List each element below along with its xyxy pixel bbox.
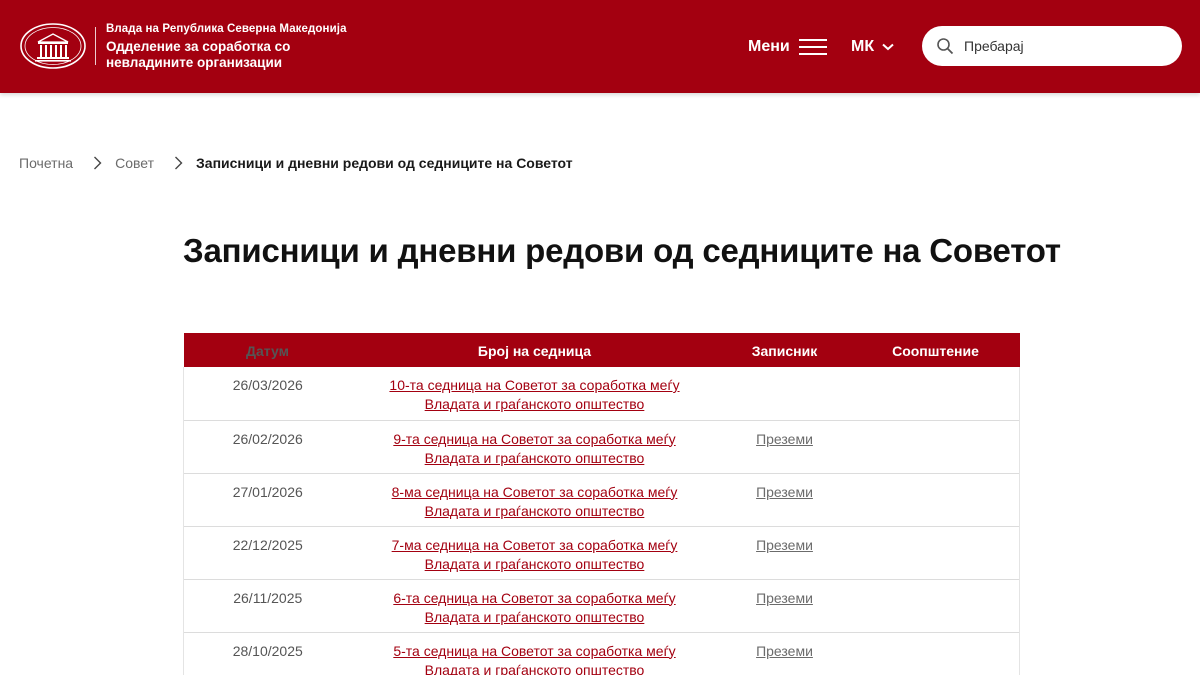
- session-link[interactable]: 9-та седница на Советот за соработка меѓ…: [393, 431, 675, 466]
- press-release-cell: [851, 367, 1020, 420]
- minutes-cell: Преземи: [718, 420, 852, 473]
- session-title-line2: Владата и граѓанското општество: [424, 502, 645, 519]
- table-row: 22/12/2025 7-ма седница на Советот за со…: [183, 526, 1020, 579]
- breadcrumb-current: Записници и дневни редови од седниците н…: [196, 155, 573, 171]
- session-title-line1: 9-та седница на Советот за соработка меѓ…: [393, 430, 676, 447]
- press-release-cell: [851, 632, 1020, 675]
- press-release-cell: [851, 579, 1020, 632]
- site-header: Влада на Република Северна Македонија Од…: [0, 0, 1200, 93]
- session-date: 27/01/2026: [183, 473, 352, 526]
- session-link[interactable]: 8-ма седница на Советот за соработка меѓ…: [392, 484, 678, 519]
- session-cell: 10-та седница на Советот за соработка ме…: [352, 367, 718, 420]
- session-date: 26/11/2025: [183, 579, 352, 632]
- column-header-minutes: Записник: [751, 343, 818, 359]
- breadcrumb: Почетна Совет Записници и дневни редови …: [19, 155, 573, 171]
- search-box[interactable]: [922, 26, 1182, 66]
- sessions-table-container: Датум Број на седница Записник Соопштени…: [183, 333, 1020, 675]
- session-cell: 5-та седница на Советот за соработка меѓ…: [352, 632, 718, 675]
- session-title-line1: 5-та седница на Советот за соработка меѓ…: [393, 642, 676, 659]
- language-selector[interactable]: МК: [851, 36, 894, 58]
- minutes-download-link[interactable]: Преземи: [756, 590, 813, 606]
- press-release-cell: [851, 473, 1020, 526]
- session-title-line2: Владата и граѓанското општество: [424, 449, 645, 466]
- table-row: 27/01/2026 8-ма седница на Советот за со…: [183, 473, 1020, 526]
- table-row: 26/02/2026 9-та седница на Советот за со…: [183, 420, 1020, 473]
- minutes-cell: Преземи: [718, 579, 852, 632]
- government-name[interactable]: Влада на Република Северна Македонија: [106, 23, 347, 35]
- session-title-line2: Владата и граѓанското општество: [424, 555, 645, 572]
- chevron-down-icon: [882, 43, 894, 51]
- table-row: 26/11/2025 6-та седница на Советот за со…: [183, 579, 1020, 632]
- sessions-table: Датум Број на седница Записник Соопштени…: [183, 333, 1020, 675]
- page-title: Записници и дневни редови од седниците н…: [183, 232, 1061, 269]
- session-title-line1: 6-та седница на Советот за соработка меѓ…: [393, 589, 676, 606]
- session-link[interactable]: 5-та седница на Советот за соработка меѓ…: [393, 643, 675, 675]
- session-title-line2: Владата и граѓанското општество: [424, 396, 645, 412]
- session-link[interactable]: 6-та седница на Советот за соработка меѓ…: [393, 590, 675, 625]
- session-date: 26/02/2026: [183, 420, 352, 473]
- minutes-cell: Преземи: [718, 526, 852, 579]
- minutes-download-link[interactable]: Преземи: [756, 484, 813, 500]
- minutes-download-link[interactable]: Преземи: [756, 643, 813, 659]
- breadcrumb-home-link[interactable]: Почетна: [19, 155, 73, 171]
- minutes-cell: [718, 367, 852, 420]
- government-emblem-icon[interactable]: [18, 22, 88, 70]
- session-link[interactable]: 10-та седница на Советот за соработка ме…: [389, 377, 679, 412]
- language-label: МК: [851, 38, 875, 55]
- session-date: 22/12/2025: [183, 526, 352, 579]
- column-header-date: Датум: [246, 343, 289, 359]
- table-header-row: Датум Број на седница Записник Соопштени…: [183, 333, 1020, 367]
- session-date: 26/03/2026: [183, 367, 352, 420]
- menu-button[interactable]: Мени: [748, 36, 827, 58]
- search-icon[interactable]: [936, 37, 954, 55]
- session-cell: 8-ма седница на Советот за соработка меѓ…: [352, 473, 718, 526]
- press-release-cell: [851, 420, 1020, 473]
- minutes-cell: Преземи: [718, 473, 852, 526]
- column-header-press-release: Соопштение: [892, 343, 979, 359]
- session-cell: 9-та седница на Советот за соработка меѓ…: [352, 420, 718, 473]
- session-date: 28/10/2025: [183, 632, 352, 675]
- session-title-line1: 8-ма седница на Советот за соработка меѓ…: [391, 483, 678, 500]
- minutes-download-link[interactable]: Преземи: [756, 537, 813, 553]
- table-row: 26/03/2026 10-та седница на Советот за с…: [183, 367, 1020, 420]
- session-cell: 7-ма седница на Советот за соработка меѓ…: [352, 526, 718, 579]
- search-input[interactable]: [964, 38, 1164, 54]
- department-name[interactable]: Одделение за соработка со невладините ор…: [106, 39, 376, 71]
- minutes-cell: Преземи: [718, 632, 852, 675]
- column-header-session: Број на седница: [477, 343, 592, 359]
- session-title-line2: Владата и граѓанското општество: [424, 608, 645, 625]
- session-cell: 6-та седница на Советот за соработка меѓ…: [352, 579, 718, 632]
- table-row: 28/10/2025 5-та седница на Советот за со…: [183, 632, 1020, 675]
- session-title-line1: 10-та седница на Советот за соработка ме…: [389, 377, 680, 393]
- session-link[interactable]: 7-ма седница на Советот за соработка меѓ…: [392, 537, 678, 572]
- session-title-line2: Владата и граѓанското општество: [424, 661, 645, 675]
- press-release-cell: [851, 526, 1020, 579]
- minutes-download-link[interactable]: Преземи: [756, 431, 813, 447]
- hamburger-icon: [798, 38, 827, 56]
- breadcrumb-council-link[interactable]: Совет: [115, 155, 154, 171]
- menu-label: Мени: [748, 38, 790, 55]
- session-title-line1: 7-ма седница на Советот за соработка меѓ…: [391, 536, 678, 553]
- chevron-right-icon: [175, 156, 183, 170]
- chevron-right-icon: [94, 156, 102, 170]
- logo-divider: [95, 27, 96, 65]
